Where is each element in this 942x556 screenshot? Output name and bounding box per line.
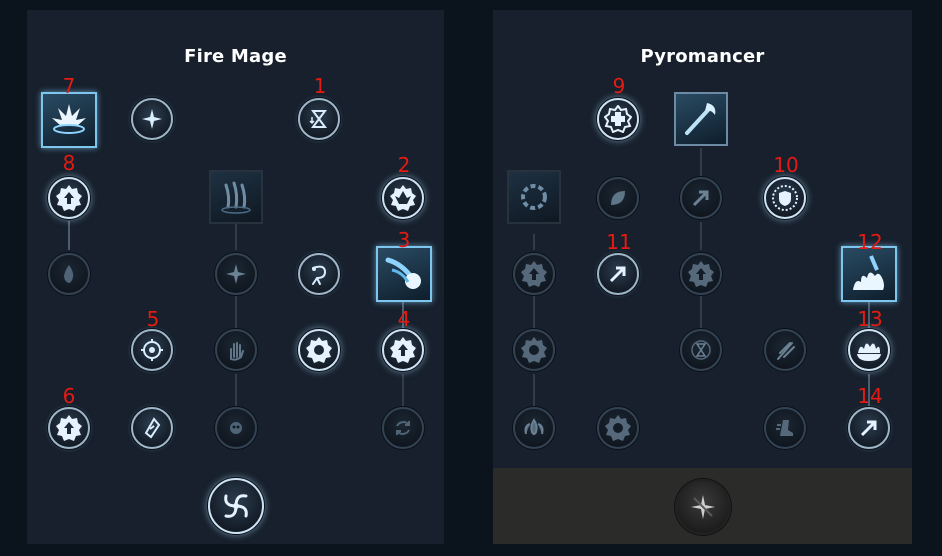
pyromancer-capstone-locked[interactable]	[675, 479, 731, 535]
marker-7: 7	[62, 74, 76, 98]
pyromancer-skill-gear-locked-2[interactable]	[597, 407, 639, 449]
vortex-icon	[224, 494, 248, 518]
fire-mage-skill-flame[interactable]	[48, 253, 90, 295]
pyromancer-skill-hourglass[interactable]	[680, 329, 722, 371]
fire-mage-skill-hand[interactable]	[215, 329, 257, 371]
marker-4: 4	[397, 307, 411, 331]
flame-hand-icon	[853, 255, 884, 290]
fire-mage-skill-meteor[interactable]	[376, 246, 432, 302]
arrow-up-right-icon	[692, 190, 709, 207]
fire-mage-skill-crosshair[interactable]	[131, 329, 173, 371]
flame-icon	[64, 265, 74, 283]
badge-up-arrow-icon	[56, 415, 82, 441]
crosshair-icon	[141, 339, 163, 361]
arrow-up-right-icon	[860, 420, 877, 437]
meteor-icon	[385, 257, 421, 289]
fire-mage-skill-fire-burst[interactable]	[41, 92, 97, 148]
fire-mage-skill-gear-badge[interactable]	[298, 329, 340, 371]
pyromancer-skill-arrow-2[interactable]	[848, 407, 890, 449]
pyromancer-skill-boot[interactable]	[764, 407, 806, 449]
marker-9: 9	[612, 74, 626, 98]
marker-13: 13	[857, 307, 883, 331]
marker-5: 5	[146, 307, 160, 331]
pyromancer-skill-fire-bowl[interactable]	[848, 329, 890, 371]
flame-wings-icon	[524, 418, 544, 435]
hourglass-down-icon	[309, 110, 327, 128]
fire-mage-skill-badge-up-1[interactable]	[48, 177, 90, 219]
skull-flame-icon	[230, 422, 242, 434]
sparkle-star-icon	[226, 264, 246, 284]
hand-icon	[230, 342, 244, 361]
fire-mage-skill-badge-up-2[interactable]	[382, 329, 424, 371]
pyromancer-skill-arrow[interactable]	[597, 253, 639, 295]
fire-mage-skill-sparkle-locked[interactable]	[215, 253, 257, 295]
pyromancer-skill-fire-ring[interactable]	[507, 170, 561, 224]
marker-12: 12	[857, 230, 883, 254]
badge-up-arrow-icon	[688, 261, 714, 287]
fire-ring-icon	[521, 184, 547, 210]
fire-mage-skill-refresh[interactable]	[382, 407, 424, 449]
refresh-icon	[396, 421, 410, 435]
wing-burst-icon	[390, 185, 416, 211]
fire-mage-skill-badge-up-3[interactable]	[48, 407, 90, 449]
gear-badge-icon	[605, 415, 631, 441]
shard-icon	[144, 417, 161, 439]
fire-burst-icon	[52, 104, 86, 134]
sparkle-star-icon	[691, 495, 715, 519]
badge-up-arrow-icon	[521, 261, 547, 287]
fire-mage-skill-swirl[interactable]	[298, 253, 340, 295]
claw-marks-icon	[221, 181, 251, 214]
hourglass-icon	[691, 340, 711, 360]
marker-2: 2	[397, 153, 411, 177]
arrow-up-right-icon	[609, 266, 626, 283]
pyromancer-skill-gear-locked[interactable]	[513, 329, 555, 371]
pyromancer-skill-badge-up-locked-2[interactable]	[680, 253, 722, 295]
pyromancer-skill-badge-up-locked-1[interactable]	[513, 253, 555, 295]
badge-up-arrow-icon	[56, 185, 82, 211]
badge-up-arrow-icon	[390, 337, 416, 363]
pyromancer-skill-claw[interactable]	[764, 329, 806, 371]
fire-mage-skill-claw-marks[interactable]	[209, 170, 263, 224]
fire-mage-skill-sparkle[interactable]	[131, 98, 173, 140]
fire-bowl-icon	[857, 343, 881, 361]
marker-10: 10	[773, 153, 799, 177]
pyromancer-skill-flame-staff[interactable]	[674, 92, 728, 146]
sparkle-star-icon	[142, 109, 162, 129]
boot-icon	[776, 420, 793, 436]
fire-mage-skill-wing-burst[interactable]	[382, 177, 424, 219]
shield-rays-icon	[772, 185, 798, 211]
gear-badge-icon	[521, 337, 547, 363]
marker-14: 14	[857, 384, 883, 408]
marker-3: 3	[397, 228, 411, 252]
leaf-icon	[611, 191, 625, 205]
pyromancer-skill-arrow-locked[interactable]	[680, 177, 722, 219]
flame-staff-icon	[685, 103, 716, 135]
marker-11: 11	[606, 230, 632, 254]
marker-1: 1	[313, 74, 327, 98]
pyromancer-skill-flame-wings[interactable]	[513, 407, 555, 449]
claw-icon	[777, 342, 795, 360]
pyromancer-skill-shield-rays[interactable]	[764, 177, 806, 219]
fire-mage-skill-skull-flame[interactable]	[215, 407, 257, 449]
marker-8: 8	[62, 151, 76, 175]
pyromancer-skill-cross-badge[interactable]	[597, 98, 639, 140]
cross-badge-icon	[604, 105, 632, 133]
marker-6: 6	[62, 384, 76, 408]
fire-mage-capstone-vortex[interactable]	[208, 478, 264, 534]
fire-mage-skill-hourglass[interactable]	[298, 98, 340, 140]
fire-mage-skill-shard[interactable]	[131, 407, 173, 449]
pyromancer-skill-leaf[interactable]	[597, 177, 639, 219]
swirl-icon	[312, 265, 327, 285]
pyromancer-skill-flame-hand[interactable]	[841, 246, 897, 302]
gear-badge-icon	[306, 337, 332, 363]
